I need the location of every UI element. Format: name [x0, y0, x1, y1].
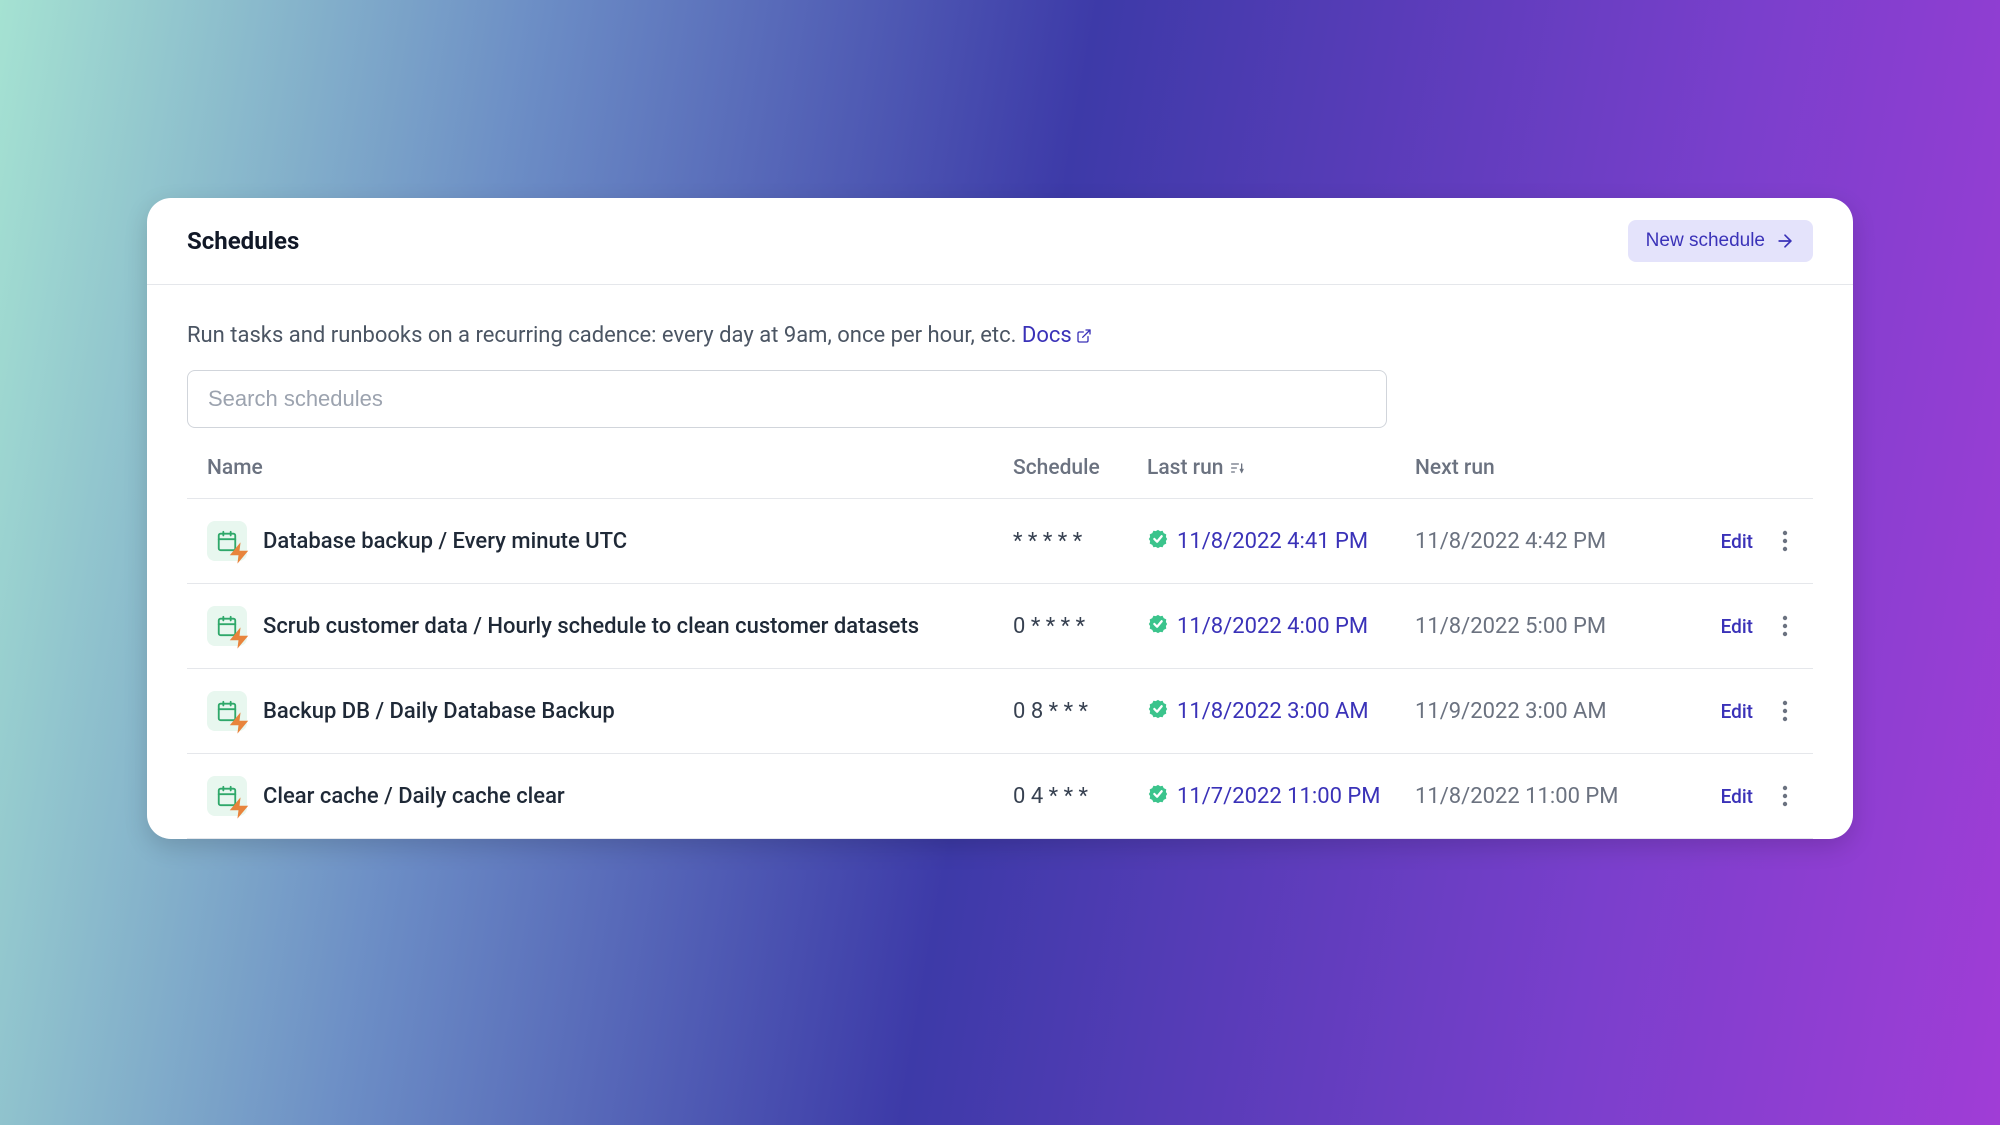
more-menu-button[interactable] — [1765, 612, 1805, 640]
column-lastrun[interactable]: Last run — [1147, 456, 1415, 480]
success-check-icon — [1147, 528, 1169, 554]
nextrun-text: 11/8/2022 4:42 PM — [1415, 529, 1685, 554]
arrow-right-icon — [1775, 231, 1795, 251]
schedule-cron: 0 4 * * * — [1013, 784, 1147, 809]
lastrun-cell: 11/8/2022 4:00 PM — [1147, 613, 1415, 639]
lastrun-cell: 11/8/2022 3:00 AM — [1147, 698, 1415, 724]
schedule-name: Clear cache / Daily cache clear — [263, 784, 565, 809]
more-menu-button[interactable] — [1765, 782, 1805, 810]
edit-link[interactable]: Edit — [1685, 615, 1765, 638]
new-schedule-button[interactable]: New schedule — [1628, 220, 1813, 262]
table-header: Name Schedule Last run Next run — [187, 456, 1813, 499]
search-container — [187, 370, 1813, 428]
search-input[interactable] — [187, 370, 1387, 428]
column-schedule[interactable]: Schedule — [1013, 456, 1147, 480]
external-link-icon — [1076, 328, 1092, 344]
column-name[interactable]: Name — [207, 456, 1013, 480]
nextrun-text: 11/9/2022 3:00 AM — [1415, 699, 1685, 724]
success-check-icon — [1147, 698, 1169, 724]
lastrun-link[interactable]: 11/8/2022 4:41 PM — [1177, 529, 1368, 554]
schedule-cron: 0 8 * * * — [1013, 699, 1147, 724]
calendar-icon — [207, 776, 247, 816]
lastrun-link[interactable]: 11/7/2022 11:00 PM — [1177, 784, 1381, 809]
edit-link[interactable]: Edit — [1685, 785, 1765, 808]
schedule-name: Backup DB / Daily Database Backup — [263, 699, 615, 724]
lastrun-cell: 11/8/2022 4:41 PM — [1147, 528, 1415, 554]
schedule-cron: 0 * * * * — [1013, 614, 1147, 639]
schedule-name: Scrub customer data / Hourly schedule to… — [263, 614, 919, 639]
new-schedule-label: New schedule — [1646, 230, 1765, 252]
edit-link[interactable]: Edit — [1685, 700, 1765, 723]
lastrun-link[interactable]: 11/8/2022 3:00 AM — [1177, 699, 1369, 724]
table-row: Clear cache / Daily cache clear 0 4 * * *… — [187, 754, 1813, 839]
name-cell[interactable]: Scrub customer data / Hourly schedule to… — [207, 606, 1013, 646]
name-cell[interactable]: Backup DB / Daily Database Backup — [207, 691, 1013, 731]
sort-descending-icon — [1229, 460, 1245, 476]
calendar-icon — [207, 606, 247, 646]
success-check-icon — [1147, 613, 1169, 639]
content-area: Run tasks and runbooks on a recurring ca… — [147, 285, 1853, 839]
lastrun-link[interactable]: 11/8/2022 4:00 PM — [1177, 614, 1368, 639]
calendar-icon — [207, 521, 247, 561]
table-row: Scrub customer data / Hourly schedule to… — [187, 584, 1813, 669]
calendar-icon — [207, 691, 247, 731]
column-lastrun-label: Last run — [1147, 456, 1223, 480]
schedules-card: Schedules New schedule Run tasks and run… — [147, 198, 1853, 839]
description-body: Run tasks and runbooks on a recurring ca… — [187, 323, 1022, 348]
name-cell[interactable]: Database backup / Every minute UTC — [207, 521, 1013, 561]
card-header: Schedules New schedule — [147, 198, 1853, 285]
docs-link[interactable]: Docs — [1022, 323, 1092, 348]
column-nextrun[interactable]: Next run — [1415, 456, 1685, 480]
more-menu-button[interactable] — [1765, 697, 1805, 725]
nextrun-text: 11/8/2022 11:00 PM — [1415, 784, 1685, 809]
description-text: Run tasks and runbooks on a recurring ca… — [187, 323, 1813, 348]
lastrun-cell: 11/7/2022 11:00 PM — [1147, 783, 1415, 809]
success-check-icon — [1147, 783, 1169, 809]
more-menu-button[interactable] — [1765, 527, 1805, 555]
table-body: Database backup / Every minute UTC * * * … — [187, 499, 1813, 839]
docs-label: Docs — [1022, 323, 1072, 348]
schedules-table: Name Schedule Last run Next run Database… — [187, 456, 1813, 839]
nextrun-text: 11/8/2022 5:00 PM — [1415, 614, 1685, 639]
column-edit — [1685, 456, 1765, 480]
name-cell[interactable]: Clear cache / Daily cache clear — [207, 776, 1013, 816]
edit-link[interactable]: Edit — [1685, 530, 1765, 553]
table-row: Database backup / Every minute UTC * * * … — [187, 499, 1813, 584]
table-row: Backup DB / Daily Database Backup 0 8 * *… — [187, 669, 1813, 754]
column-more — [1765, 456, 1805, 480]
schedule-cron: * * * * * — [1013, 529, 1147, 554]
schedule-name: Database backup / Every minute UTC — [263, 529, 627, 554]
page-title: Schedules — [187, 227, 299, 255]
